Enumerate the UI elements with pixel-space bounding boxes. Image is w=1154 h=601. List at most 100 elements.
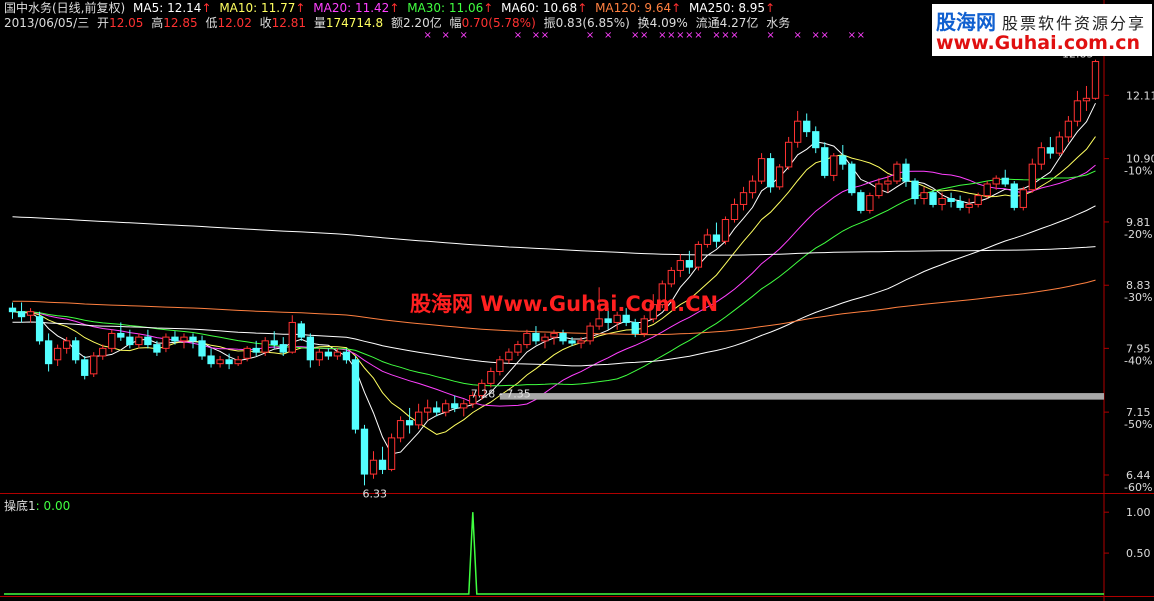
candle <box>541 333 549 349</box>
candle-body <box>405 420 414 426</box>
signal-marker: × <box>640 30 648 41</box>
candle <box>225 353 233 370</box>
candle-body <box>920 192 928 200</box>
candle <box>911 178 919 205</box>
candle-body <box>442 403 450 413</box>
indicator-value: : 0.00 <box>35 499 71 513</box>
candle-body <box>153 344 161 353</box>
candle-body <box>198 340 206 357</box>
pct-tick-label: -30% <box>1124 291 1152 304</box>
candle-body <box>803 120 811 133</box>
candle <box>53 344 62 367</box>
candle <box>875 178 883 199</box>
ma10-line <box>12 136 1096 435</box>
ma60-value: MA60: 10.68↑ <box>501 1 588 15</box>
candle-body <box>703 234 712 245</box>
candle <box>135 333 143 349</box>
candle <box>144 329 152 349</box>
signal-marker: × <box>848 30 856 41</box>
candle <box>532 326 540 345</box>
candle <box>938 192 946 211</box>
logo-url: www.Guhai.com.cn <box>936 32 1140 54</box>
candle-body <box>839 155 847 165</box>
candle-body <box>279 344 287 353</box>
candle-body <box>270 340 278 346</box>
candle <box>965 198 973 214</box>
candle-body <box>794 120 802 143</box>
candle-body <box>541 336 549 342</box>
ma250-line <box>12 216 1096 256</box>
candle <box>387 433 396 472</box>
candle-body <box>63 340 71 349</box>
signal-marker: × <box>532 30 540 41</box>
candle <box>667 267 675 288</box>
candle-body <box>685 260 694 268</box>
candle-body <box>1082 97 1091 102</box>
candle-body <box>875 183 883 197</box>
candle-body <box>902 163 910 182</box>
candle-body <box>559 332 567 342</box>
change-field: 幅0.70(5.78%) <box>449 16 536 30</box>
ma5-line <box>12 102 1096 455</box>
candle-body <box>387 437 396 470</box>
candle <box>586 322 594 345</box>
signal-marker: × <box>730 30 738 41</box>
signal-marker: × <box>821 30 829 41</box>
candle-body <box>90 355 98 375</box>
amplitude-field: 振0.83(6.85%) <box>543 16 630 30</box>
candle-body <box>523 332 531 346</box>
candle-body <box>414 411 423 426</box>
candle-body <box>99 347 107 357</box>
candle <box>360 424 369 486</box>
candle-body <box>433 407 441 413</box>
candle-body <box>1010 183 1018 208</box>
candle <box>523 329 531 349</box>
candle <box>920 186 928 205</box>
candle-body <box>288 321 296 353</box>
candle-body <box>757 158 766 182</box>
candle-body <box>631 321 639 334</box>
candle <box>81 355 89 380</box>
indicator-title: 操底1: 0.00 <box>4 497 70 514</box>
candle-body <box>640 318 648 334</box>
candle-body <box>893 163 901 182</box>
candle <box>414 403 423 430</box>
candlestick-series[interactable] <box>8 59 1100 486</box>
candle <box>442 399 450 417</box>
logo-brand: 股海网 <box>936 10 996 34</box>
candle-body <box>550 332 558 338</box>
candle-body <box>72 340 80 361</box>
site-logo[interactable]: 股海网 股票软件资源分享 www.Guhai.com.cn <box>932 4 1152 56</box>
price-annotations: 12.856.337.28 - 7.35 <box>362 48 1093 501</box>
signal-marker: × <box>586 30 594 41</box>
candle-body <box>848 163 856 194</box>
signal-marker: × <box>676 30 684 41</box>
candle <box>180 333 188 349</box>
candle <box>1055 131 1064 156</box>
candle-body <box>207 355 215 365</box>
candle <box>839 144 847 170</box>
candle-body <box>577 340 585 344</box>
candle <box>234 355 242 367</box>
candle <box>216 355 224 368</box>
candle-body <box>1046 147 1055 154</box>
candle <box>315 348 324 367</box>
bar-date: 2013/06/05/三 <box>4 16 90 30</box>
candle-body <box>956 200 964 208</box>
candle-body <box>1091 61 1100 99</box>
candle <box>830 153 838 182</box>
candle <box>812 126 820 154</box>
candle <box>207 348 215 368</box>
candle <box>1010 181 1018 211</box>
candle <box>694 241 703 271</box>
candle-body <box>8 307 17 313</box>
support-band <box>499 393 1105 400</box>
candle-body <box>243 347 251 359</box>
candle-body <box>812 131 820 149</box>
pct-tick-label: -40% <box>1124 354 1152 367</box>
candle <box>784 136 793 170</box>
signal-marker: × <box>514 30 522 41</box>
candle <box>378 446 387 475</box>
candle <box>72 337 80 364</box>
candle-body <box>126 336 134 346</box>
